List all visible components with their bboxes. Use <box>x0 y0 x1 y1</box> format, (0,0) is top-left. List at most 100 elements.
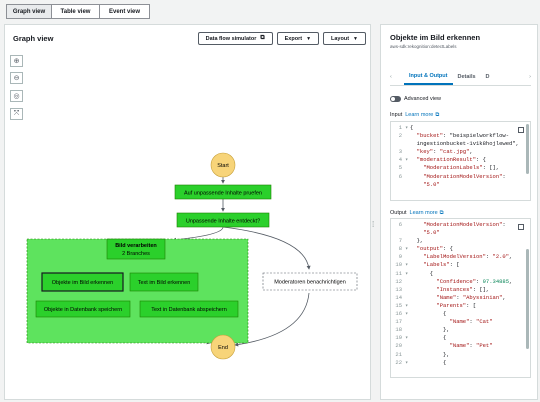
code-line: 22 ▾ { <box>391 359 530 367</box>
code-line: 5 "ModerationLabels": [], <box>391 164 530 172</box>
code-text: }, <box>410 237 424 245</box>
graph-panel: Graph view Data flow simulator ⧉ Export … <box>4 24 371 400</box>
copy-icon[interactable] <box>518 224 524 230</box>
line-number: 8 <box>398 245 402 253</box>
external-link-icon: ⧉ <box>435 112 440 118</box>
code-text: "Instances": [], <box>436 285 490 293</box>
end-label: End <box>218 345 228 351</box>
code-text: "5.0" <box>423 180 440 188</box>
input-json-viewer[interactable]: 1 ▾{2 "bucket": "beispielworkflow- ingest… <box>390 121 531 201</box>
chevron-right-icon[interactable]: › <box>529 74 531 80</box>
scrollbar[interactable] <box>526 124 529 174</box>
code-line: 11 ▾ { <box>391 270 530 278</box>
tab-graph-view[interactable]: Graph view <box>6 4 52 19</box>
code-text: ingestionbucket-1v1k8hojlewed", <box>410 140 519 148</box>
detect-objects-label: Objekte im Bild erkennen <box>52 280 113 286</box>
output-json-viewer[interactable]: 6 "ModerationModelVersion": "5.0" 7 }, 8 ▾ … <box>390 218 531 378</box>
line-number: 7 <box>398 237 402 245</box>
output-label: Output <box>390 210 407 216</box>
code-line: 2 "bucket": "beispielworkflow- <box>391 132 530 140</box>
start-label: Start <box>217 163 229 169</box>
line-number: 18 <box>395 326 402 334</box>
line-number: 15 <box>395 301 402 309</box>
code-line: 1 ▾{ <box>391 124 530 132</box>
code-line: ingestionbucket-1v1k8hojlewed", <box>391 140 530 148</box>
line-number: 6 <box>398 172 402 180</box>
code-line: 17 "Name": "Cat" <box>391 318 530 326</box>
code-text: "moderationResult": { <box>416 156 486 164</box>
code-text: "bucket": "beispielworkflow- <box>416 132 510 140</box>
panel-splitter-handle[interactable]: ⁞ <box>372 220 374 229</box>
code-line: "5.0" <box>391 181 530 189</box>
workflow-graph: Start Auf unpassende Inhalte pruefen Unp… <box>26 152 358 360</box>
line-number <box>391 181 405 189</box>
line-number: 9 <box>398 253 402 261</box>
line-number: 3 <box>398 148 402 156</box>
code-text: "5.0" <box>423 229 440 237</box>
line-number: 16 <box>395 310 402 318</box>
details-tabs: ‹ Input & Output Details D › <box>390 68 531 86</box>
code-line: "5.0" <box>391 229 530 237</box>
code-text: { <box>410 124 414 131</box>
line-number: 22 <box>395 358 402 366</box>
parallel-title: Bild verarbeiten <box>115 243 157 249</box>
code-text: { <box>410 310 447 318</box>
tab-event-view[interactable]: Event view <box>100 4 150 19</box>
line-number: 2 <box>398 132 402 140</box>
code-line: 6 "ModerationModelVersion": <box>391 173 530 181</box>
code-line: 8 ▾ "output": { <box>391 245 530 253</box>
tab-details[interactable]: Details <box>453 68 481 85</box>
detect-text-label: Text im Bild erkennen <box>138 280 191 286</box>
line-number: 13 <box>395 285 402 293</box>
tab-input-output[interactable]: Input & Output <box>404 68 453 85</box>
code-text: "ModerationModelVersion": <box>423 172 506 180</box>
advanced-view-toggle[interactable] <box>390 96 401 102</box>
tab-definition[interactable]: D <box>481 68 495 85</box>
code-text: "key": "cat.jpg", <box>416 148 473 156</box>
line-number: 1 <box>398 124 402 131</box>
parallel-sub: 2 Branches <box>122 251 150 257</box>
output-learn-more-link[interactable]: Learn more <box>410 210 438 216</box>
code-line: 9 "LabelModelVersion": "2.0", <box>391 253 530 261</box>
view-tabs: Graph view Table view Event view <box>6 4 150 19</box>
line-number: 20 <box>395 342 402 350</box>
code-line: 20 "Name": "Pet" <box>391 342 530 350</box>
copy-icon[interactable] <box>518 127 524 133</box>
line-number: 19 <box>395 334 402 342</box>
line-number: 17 <box>395 318 402 326</box>
code-line: 3 "key": "cat.jpg", <box>391 148 530 156</box>
external-link-icon: ⧉ <box>439 210 444 216</box>
input-learn-more-link[interactable]: Learn more <box>405 112 433 118</box>
scrollbar[interactable] <box>526 249 529 349</box>
code-line: 18 }, <box>391 326 530 334</box>
line-number <box>391 140 405 148</box>
code-text: "Name": "Abyssinian", <box>436 293 506 301</box>
save-text-label: Text in Datenbank abspeichern <box>151 307 227 313</box>
line-number: 11 <box>395 269 402 277</box>
code-text: }, <box>410 350 450 358</box>
notify-label: Moderatoren benachrichtigen <box>274 280 346 286</box>
advanced-view-label: Advanced view <box>404 96 441 102</box>
code-lines: 6 "ModerationModelVersion": "5.0" 7 }, 8 ▾ … <box>391 219 530 367</box>
line-number: 21 <box>395 350 402 358</box>
line-number: 10 <box>395 261 402 269</box>
code-text: { <box>410 334 447 342</box>
code-line: 12 "Confidence": 97.34885, <box>391 278 530 286</box>
code-line: 10 ▾ "Labels": [ <box>391 261 530 269</box>
input-label: Input <box>390 112 403 118</box>
details-title: Objekte im Bild erkennen <box>390 33 481 42</box>
code-line: 7 }, <box>391 237 530 245</box>
code-text: "ModerationModelVersion": <box>423 221 506 228</box>
chevron-left-icon[interactable]: ‹ <box>390 74 404 80</box>
details-panel: Objekte im Bild erkennen aws-sdk:rekogni… <box>380 24 538 400</box>
code-text: { <box>410 358 447 366</box>
code-text: "Labels": [ <box>423 261 460 269</box>
code-text: "ModerationLabels": [], <box>423 164 500 172</box>
code-line: 4 ▾ "moderationResult": { <box>391 156 530 164</box>
tab-table-view[interactable]: Table view <box>52 4 100 19</box>
code-line: 19 ▾ { <box>391 334 530 342</box>
code-line: 6 "ModerationModelVersion": <box>391 221 530 229</box>
code-text: "output": { <box>416 245 453 253</box>
code-text: "Name": "Cat" <box>449 318 493 326</box>
code-line: 21 }, <box>391 351 530 359</box>
